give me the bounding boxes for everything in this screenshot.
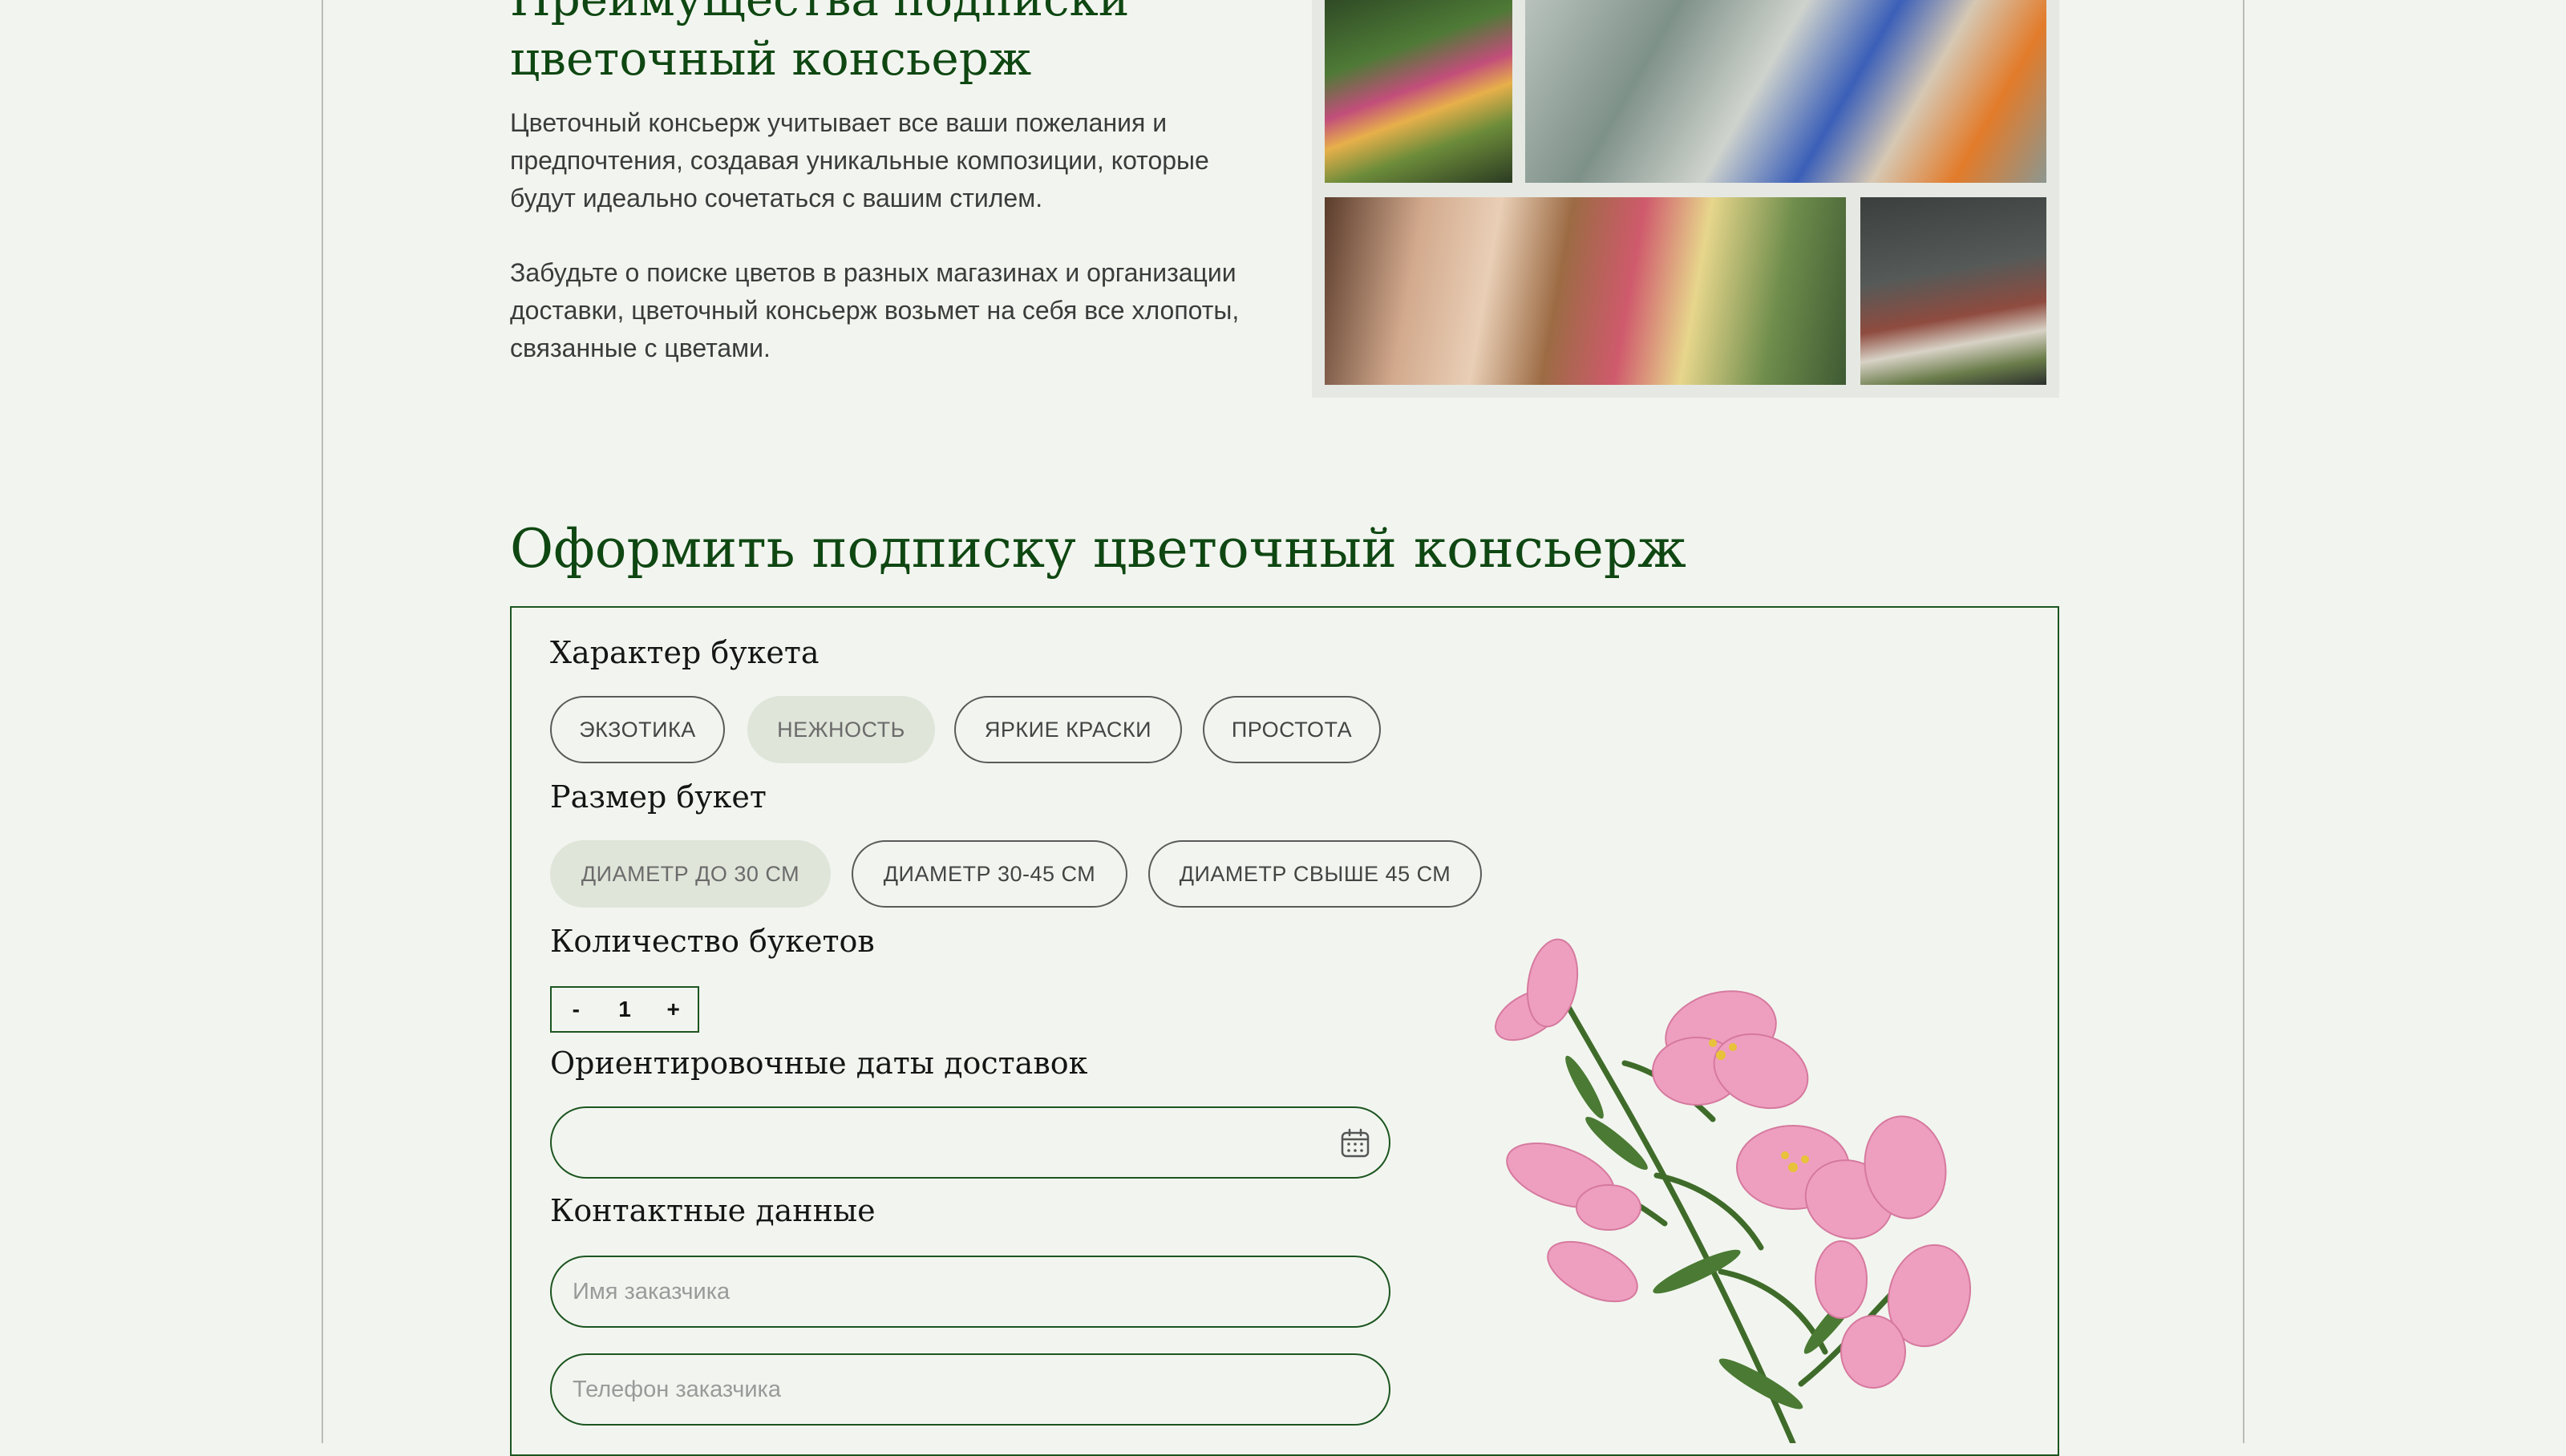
quantity-label: Количество букетов [550,924,875,959]
quantity-minus-button[interactable]: - [560,997,592,1022]
calendar-icon[interactable] [1339,1127,1371,1159]
chip-size-over-45[interactable]: ДИАМЕТР СВЫШЕ 45 СМ [1148,840,1482,908]
chip-exotic[interactable]: ЭКЗОТИКА [550,696,725,763]
advantages-title-line2: цветочный консьерж [510,31,1032,86]
size-label: Размер букет [550,779,767,815]
advantages-title-line1: Преимущества подписки [510,0,1129,26]
pink-flower-illustration [1495,938,1972,1443]
photo-florist-table [1525,0,2046,183]
advantages-title: Преимущества подписки цветочный консьерж [510,0,1312,88]
chip-size-up-to-30[interactable]: ДИАМЕТР ДО 30 СМ [550,840,831,908]
quantity-plus-button[interactable]: + [658,997,690,1022]
quantity-value[interactable]: 1 [609,997,641,1022]
delivery-dates-input[interactable] [550,1106,1390,1179]
chip-bright-colors[interactable]: ЯРКИЕ КРАСКИ [954,696,1182,763]
photo-flower-shelves [1325,0,1512,183]
dates-label: Ориентировочные даты доставок [550,1045,1088,1081]
advantages-paragraph-1: Цветочный консьерж учитывает все ваши по… [510,108,1209,212]
chip-size-30-45[interactable]: ДИАМЕТР 30-45 СМ [852,840,1127,908]
subscription-title: Оформить подписку цветочный консьерж [510,518,1686,580]
photo-shop-interior [1860,197,2046,385]
quantity-stepper: - 1 + [550,986,699,1033]
advantages-paragraph-2: Забудьте о поиске цветов в разных магази… [510,258,1240,362]
character-label: Характер букета [550,635,820,670]
chip-tenderness[interactable]: НЕЖНОСТЬ [747,696,935,763]
customer-name-input[interactable] [550,1256,1390,1328]
dates-field-wrapper [550,1106,1390,1179]
chip-simplicity[interactable]: ПРОСТОТА [1203,696,1381,763]
contacts-label: Контактные данные [550,1193,876,1228]
photo-florists-workshop [1325,197,1846,385]
advantages-text: Цветочный консьерж учитывает все ваши по… [510,104,1280,404]
photo-gallery [1312,0,2059,398]
customer-phone-input[interactable] [550,1353,1390,1426]
